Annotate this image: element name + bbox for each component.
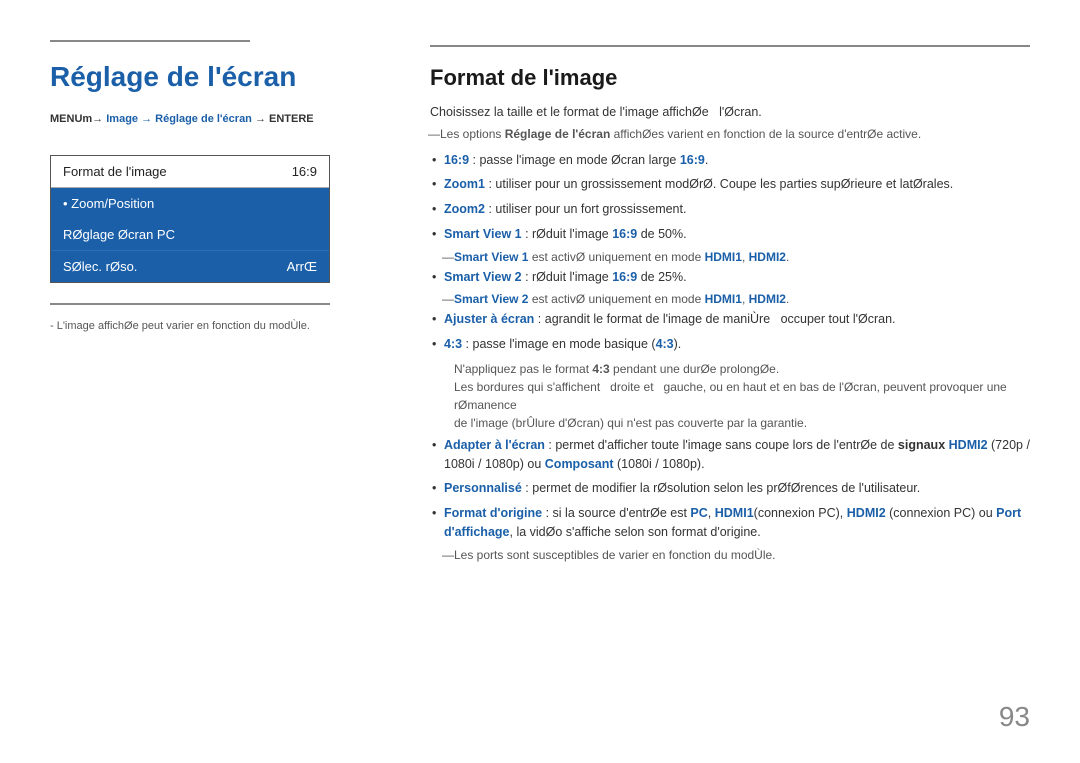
menu-item-value-selec: ArrŒ bbox=[287, 259, 317, 274]
term-hdmi2-pc: HDMI2 bbox=[847, 506, 886, 520]
left-column: Réglage de l'écran MENUm→ Image → Réglag… bbox=[50, 40, 370, 723]
term-43-2: 4:3 bbox=[656, 337, 674, 351]
subnote-sv1-hdmi2: HDMI2 bbox=[749, 250, 786, 264]
term-hdmi1-pc: HDMI1 bbox=[715, 506, 754, 520]
term-pc: PC bbox=[690, 506, 707, 520]
warning-text-2: Les bordures qui s'affichent droite et g… bbox=[454, 378, 1030, 414]
warning-text-3: de l'image (brÛlure d'Øcran) qui n'est p… bbox=[454, 414, 1030, 432]
list-item-zoom1: Zoom1 : utiliser pour un grossissement m… bbox=[430, 175, 1030, 194]
list-item-smartview2: Smart View 2 : rØduit l'image 16:9 de 25… bbox=[430, 268, 1030, 287]
list-item-format-origine: Format d'origine : si la source d'entrØe… bbox=[430, 504, 1030, 542]
right-column: Format de l'image Choisissez la taille e… bbox=[410, 40, 1030, 723]
menu-item-label-format: Format de l'image bbox=[63, 164, 167, 179]
term-adapter: Adapter à l'écran bbox=[444, 438, 545, 452]
menu-item-selec[interactable]: SØlec. rØso. ArrŒ bbox=[51, 250, 329, 282]
term-smartview2: Smart View 2 bbox=[444, 270, 522, 284]
list-item-43: 4:3 : passe l'image en mode basique (4:3… bbox=[430, 335, 1030, 354]
term-personnalise: Personnalisé bbox=[444, 481, 522, 495]
term-zoom2: Zoom2 bbox=[444, 202, 485, 216]
subnote-sv2-text: Smart View 2 bbox=[454, 292, 528, 306]
term-ajuster: Ajuster à écran bbox=[444, 312, 534, 326]
warning-text-1: N'appliquez pas le format 4:3 pendant un… bbox=[454, 360, 1030, 378]
top-divider bbox=[430, 45, 1030, 47]
content-list: 16:9 : passe l'image en mode Øcran large… bbox=[430, 151, 1030, 244]
page-title: Réglage de l'écran bbox=[50, 60, 370, 94]
right-title: Format de l'image bbox=[430, 65, 1030, 91]
left-divider bbox=[50, 303, 330, 305]
term-169-sv1: 16:9 bbox=[612, 227, 637, 241]
content-list-3: Ajuster à écran : agrandit le format de … bbox=[430, 310, 1030, 354]
menu-item-format[interactable]: Format de l'image 16:9 bbox=[51, 156, 329, 188]
menu-item-value-format: 16:9 bbox=[292, 164, 317, 179]
subnote-ports: Les ports sont susceptibles de varier en… bbox=[430, 548, 1030, 562]
term-169-2: 16:9 bbox=[680, 153, 705, 167]
menu-item-reglage[interactable]: RØglage Øcran PC bbox=[51, 219, 329, 250]
menu-item-zoom[interactable]: • Zoom/Position bbox=[51, 188, 329, 219]
subnote-sv1-text: Smart View 1 bbox=[454, 250, 528, 264]
subnote-smartview1: Smart View 1 est activØ uniquement en mo… bbox=[430, 250, 1030, 264]
left-top-divider bbox=[50, 40, 250, 42]
subnote-sv1-hdmi: HDMI1 bbox=[705, 250, 742, 264]
list-item-169: 16:9 : passe l'image en mode Øcran large… bbox=[430, 151, 1030, 170]
term-hdmi2: HDMI2 bbox=[949, 438, 988, 452]
term-169-sv2: 16:9 bbox=[612, 270, 637, 284]
content-list-4: Adapter à l'écran : permet d'afficher to… bbox=[430, 436, 1030, 542]
menu-item-label-selec: SØlec. rØso. bbox=[63, 259, 137, 274]
subnote-sv2-hdmi: HDMI1 bbox=[705, 292, 742, 306]
menu-box: Format de l'image 16:9 • Zoom/Position R… bbox=[50, 155, 330, 283]
menu-path-text: MENUm→ bbox=[50, 113, 106, 125]
term-43: 4:3 bbox=[444, 337, 462, 351]
menu-path: MENUm→ Image → Réglage de l'écran → ENTE… bbox=[50, 113, 370, 125]
term-zoom1: Zoom1 bbox=[444, 177, 485, 191]
footnote: - L'image affichØe peut varier en foncti… bbox=[50, 320, 370, 332]
list-item-zoom2: Zoom2 : utiliser pour un fort grossissem… bbox=[430, 200, 1030, 219]
list-item-adapter: Adapter à l'écran : permet d'afficher to… bbox=[430, 436, 1030, 474]
note-line: Les options Réglage de l'écran affichØes… bbox=[430, 127, 1030, 141]
warning-block-43: N'appliquez pas le format 4:3 pendant un… bbox=[430, 360, 1030, 432]
term-format-origine: Format d'origine bbox=[444, 506, 542, 520]
term-composant: Composant bbox=[545, 457, 614, 471]
subnote-sv2-hdmi2: HDMI2 bbox=[749, 292, 786, 306]
list-item-ajuster: Ajuster à écran : agrandit le format de … bbox=[430, 310, 1030, 329]
list-item-personnalise: Personnalisé : permet de modifier la rØs… bbox=[430, 479, 1030, 498]
intro-text: Choisissez la taille et le format de l'i… bbox=[430, 105, 1030, 119]
content-list-2: Smart View 2 : rØduit l'image 16:9 de 25… bbox=[430, 268, 1030, 287]
term-smartview1: Smart View 1 bbox=[444, 227, 522, 241]
page-number: 93 bbox=[999, 701, 1030, 733]
menu-item-label-reglage: RØglage Øcran PC bbox=[63, 227, 175, 242]
term-169: 16:9 bbox=[444, 153, 469, 167]
subnote-smartview2: Smart View 2 est activØ uniquement en mo… bbox=[430, 292, 1030, 306]
list-item-smartview1: Smart View 1 : rØduit l'image 16:9 de 50… bbox=[430, 225, 1030, 244]
menu-path-end: → ENTERE bbox=[252, 113, 314, 125]
menu-item-label-zoom: • Zoom/Position bbox=[63, 196, 154, 211]
menu-path-highlight: Image → Réglage de l'écran bbox=[106, 113, 252, 125]
